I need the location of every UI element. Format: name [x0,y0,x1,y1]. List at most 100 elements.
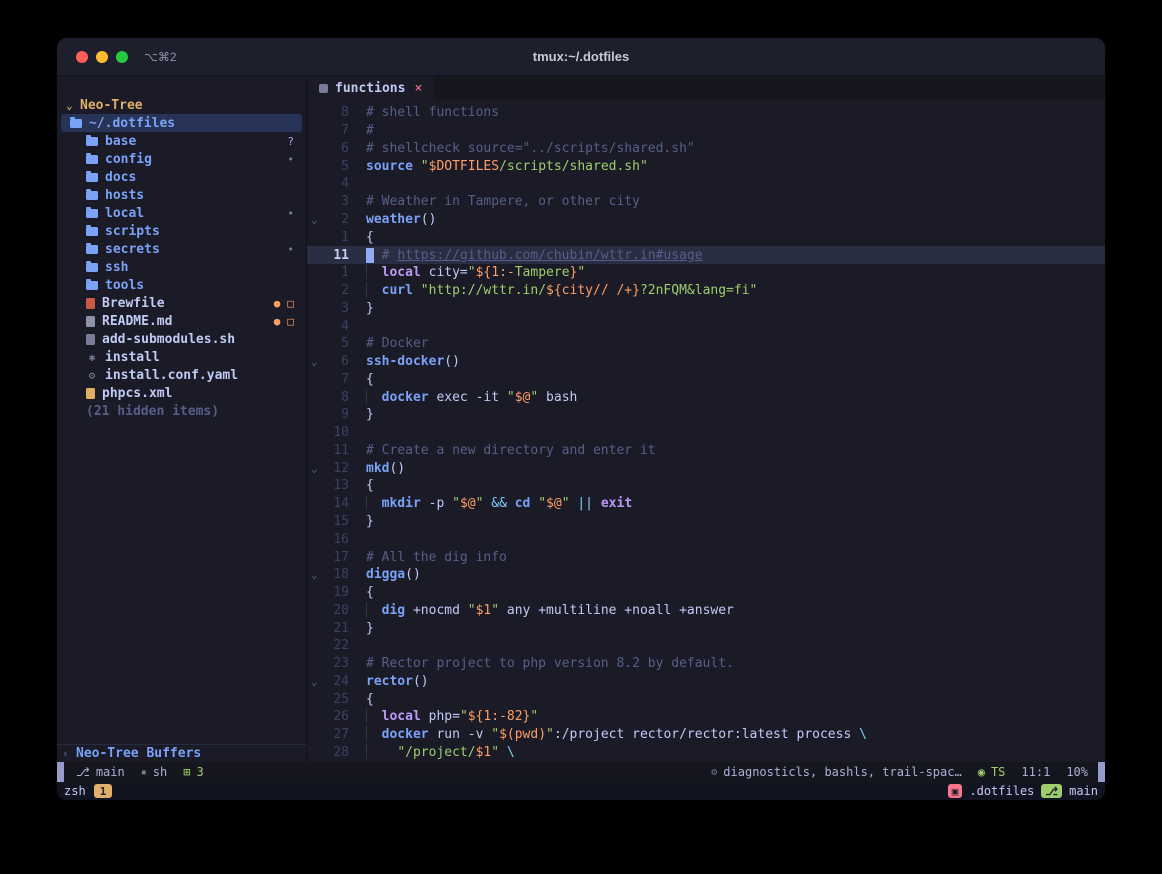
session-icon: ▣ [948,784,963,798]
neo-tree-header[interactable]: ⌄ Neo-Tree [61,96,302,114]
tree-item-brewfile[interactable]: Brewfile●□ [61,294,302,312]
line-number: 24 [323,674,349,689]
line-number: 25 [323,692,349,707]
code-line[interactable]: 28▏ "/project/$1" \ [307,744,1105,762]
code-segment: docker [382,390,429,405]
code-line[interactable]: 7{ [307,370,1105,388]
code-line[interactable]: ⌄12mkd() [307,459,1105,477]
code-line[interactable]: 4 [307,175,1105,193]
git-status-badge: ● [274,315,281,328]
code-segment: rector [366,674,413,689]
tree-item-tools[interactable]: tools [61,276,302,294]
git-status-badge: • [287,207,294,220]
tree-item-docs[interactable]: docs [61,168,302,186]
tree-item-scripts[interactable]: scripts [61,222,302,240]
statusline-right: ⚙ diagnosticls, bashls, trail-spac… ◉ TS… [711,765,1088,779]
code-segment: { [366,585,374,600]
close-button[interactable] [76,51,88,63]
code-line[interactable]: 20▏ dig +nocmd "$1" any +multiline +noal… [307,601,1105,619]
code-line[interactable]: ⌄6ssh-docker() [307,353,1105,371]
code-line[interactable]: 15} [307,513,1105,531]
tab-functions[interactable]: functions × [307,76,434,100]
git-status-badges: • [287,243,294,256]
titlebar[interactable]: ⌥⌘2 tmux:~/.dotfiles [57,38,1105,76]
code-line[interactable]: 7# [307,122,1105,140]
tree-item-install[interactable]: ✱install [61,348,302,366]
code-line[interactable]: ⌄2weather() [307,211,1105,229]
asterisk-icon: ✱ [86,351,98,364]
fold-icon[interactable]: ⌄ [307,213,323,226]
tree-item-hosts[interactable]: hosts [61,186,302,204]
tree-item-phpcs.xml[interactable]: phpcs.xml [61,384,302,402]
line-number: 28 [323,745,349,760]
code-line[interactable]: ⌄18digga() [307,566,1105,584]
code-segment: $@ [546,496,562,511]
tree-item-readme.md[interactable]: README.md●□ [61,312,302,330]
code-line[interactable]: 3# Weather in Tampere, or other city [307,193,1105,211]
code-line[interactable]: 11 # https://github.com/chubin/wttr.in#u… [307,246,1105,264]
code-line[interactable]: 8# shell functions [307,104,1105,122]
code-line[interactable]: 6# shellcheck source="../scripts/shared.… [307,140,1105,158]
code-segment: " [491,727,499,742]
line-number: 5 [323,159,349,174]
code-lines[interactable]: 8# shell functions7#6# shellcheck source… [307,100,1105,762]
tree-item-local[interactable]: local• [61,204,302,222]
code-line[interactable]: 1▏ local city="${1:-Tampere}" [307,264,1105,282]
fold-icon[interactable]: ⌄ [307,462,323,475]
zoom-button[interactable] [116,51,128,63]
code-line[interactable]: 19{ [307,584,1105,602]
code-line[interactable]: 23# Rector project to php version 8.2 by… [307,655,1105,673]
code-line[interactable]: 26▏ local php="${1:-82}" [307,708,1105,726]
code-line[interactable]: 5source "$DOTFILES/scripts/shared.sh" [307,157,1105,175]
code-line[interactable]: 3} [307,299,1105,317]
branch-icon-tmux: ⎇ [1041,784,1062,798]
scroll-percent: 10% [1066,765,1088,779]
tree-item-install.conf.yaml[interactable]: ⚙install.conf.yaml [61,366,302,384]
tree-item-add-submodules.sh[interactable]: add-submodules.sh [61,330,302,348]
code-segment [374,248,382,263]
fold-icon[interactable]: ⌄ [307,568,323,581]
fold-icon[interactable]: ⌄ [307,675,323,688]
code-line[interactable]: 10 [307,424,1105,442]
fold-icon[interactable]: ⌄ [307,355,323,368]
code-segment: " [491,603,499,618]
tmux-window-badge[interactable]: 1 [94,784,113,798]
neo-tree-buffers-header[interactable]: › Neo-Tree Buffers [57,744,306,762]
code-line[interactable]: ⌄24rector() [307,673,1105,691]
code-text: # Rector project to php version 8.2 by d… [366,656,734,671]
statusline: ⎇ main ▪ sh ⊞ 3 ⚙ diagnosticls, bashls, … [57,762,1105,782]
code-segment: } [366,407,374,422]
close-icon[interactable]: × [414,81,422,96]
code-text: # Docker [366,336,429,351]
code-line[interactable]: 25{ [307,690,1105,708]
tree-item-config[interactable]: config• [61,150,302,168]
code-line[interactable]: 27▏ docker run -v "$(pwd)":/project rect… [307,726,1105,744]
folder-icon [86,263,98,272]
tree-item-secrets[interactable]: secrets• [61,240,302,258]
code-line[interactable]: 14▏ mkdir -p "$@" && cd "$@" || exit [307,495,1105,513]
code-line[interactable]: 4 [307,317,1105,335]
git-branch-segment: ⎇ main [76,765,125,779]
code-line[interactable]: 8▏ docker exec -it "$@" bash [307,388,1105,406]
tree-item--21-hidden-items-[interactable]: (21 hidden items) [61,402,302,420]
tree-item--.dotfiles[interactable]: ~/.dotfiles [61,114,302,132]
code-text: { [366,372,374,387]
tree-item-base[interactable]: base? [61,132,302,150]
code-line[interactable]: 5# Docker [307,335,1105,353]
code-segment [374,745,397,760]
code-segment: " [468,265,476,280]
tree-item-ssh[interactable]: ssh [61,258,302,276]
code-line[interactable]: 16 [307,530,1105,548]
code-line[interactable]: 9} [307,406,1105,424]
code-line[interactable]: 21} [307,619,1105,637]
code-line[interactable]: 11# Create a new directory and enter it [307,442,1105,460]
code-segment: ▏ [366,709,382,724]
code-line[interactable]: 22 [307,637,1105,655]
code-line[interactable]: 2▏ curl "http://wttr.in/${city// /+}?2nF… [307,282,1105,300]
code-segment: \ [507,745,515,760]
code-line[interactable]: 1{ [307,228,1105,246]
code-line[interactable]: 13{ [307,477,1105,495]
code-segment: || [577,496,593,511]
code-line[interactable]: 17# All the dig info [307,548,1105,566]
minimize-button[interactable] [96,51,108,63]
